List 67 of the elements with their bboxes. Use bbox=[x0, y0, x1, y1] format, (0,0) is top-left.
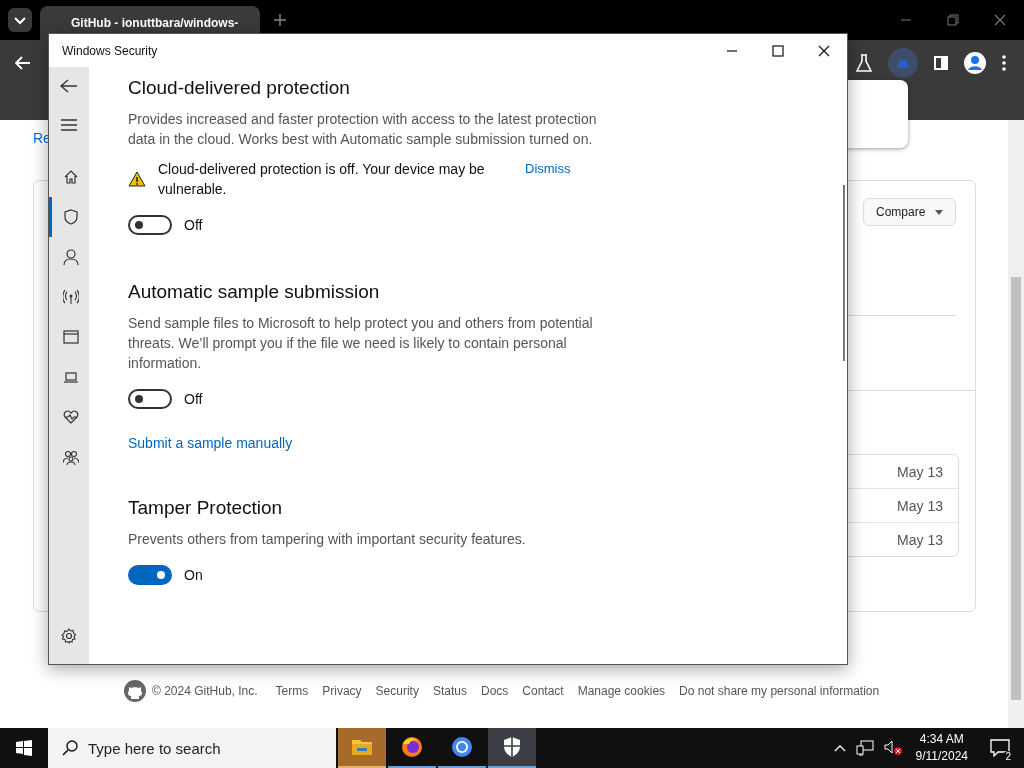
search-icon bbox=[62, 740, 78, 756]
toggle-switch[interactable] bbox=[128, 565, 172, 585]
copyright-text: © 2024 GitHub, Inc. bbox=[152, 684, 258, 698]
antenna-icon bbox=[62, 289, 79, 305]
laptop-icon bbox=[62, 369, 79, 385]
settings-icon[interactable] bbox=[61, 628, 77, 644]
home-icon bbox=[62, 169, 79, 185]
toggle-label: On bbox=[184, 567, 203, 583]
toggle-switch[interactable] bbox=[128, 389, 172, 409]
link[interactable]: Submit a sample manually bbox=[128, 435, 293, 451]
description-text: Prevents others from tampering with important security features. bbox=[128, 530, 527, 549]
sidebar-icon[interactable] bbox=[934, 56, 948, 70]
toggle-label: Off bbox=[184, 217, 203, 233]
footer-link[interactable]: Privacy bbox=[322, 684, 362, 698]
family-icon bbox=[62, 449, 79, 465]
warning-text: Cloud-delivered protection is off. Your device may be vulnerable. bbox=[158, 160, 486, 199]
flask-icon[interactable] bbox=[856, 54, 872, 72]
compare-button[interactable]: Compare bbox=[863, 198, 957, 226]
menu-icon[interactable] bbox=[1002, 55, 1006, 71]
footer-link[interactable]: Terms bbox=[275, 684, 309, 698]
section-heading: Automatic sample submission bbox=[128, 280, 380, 304]
muted-speaker-icon[interactable] bbox=[883, 740, 902, 756]
date-text: May 13 bbox=[897, 497, 943, 514]
restore-icon[interactable] bbox=[947, 14, 959, 26]
chevron-up-icon[interactable] bbox=[833, 744, 846, 752]
window-title: Windows Security bbox=[62, 43, 158, 58]
date-text: May 13 bbox=[897, 463, 943, 480]
heart-icon bbox=[62, 409, 79, 425]
new-tab-icon[interactable] bbox=[274, 14, 286, 26]
maximize-icon[interactable] bbox=[772, 44, 784, 57]
toggle-label: Off bbox=[184, 391, 203, 407]
browser-icon bbox=[450, 735, 474, 759]
close-icon[interactable] bbox=[818, 44, 830, 57]
footer-link[interactable]: Security bbox=[375, 684, 419, 698]
menu-icon[interactable] bbox=[61, 119, 77, 131]
github-logo-icon[interactable] bbox=[124, 680, 146, 702]
firefox-icon bbox=[400, 735, 424, 759]
footer-link[interactable]: Status bbox=[432, 684, 467, 698]
notifications-button[interactable]: 2 bbox=[976, 728, 1024, 768]
description-text: Send sample files to Microsoft to help protect you and others from potential threats. We’ll prompt you if the file we need is likely to contain personal information. bbox=[128, 314, 594, 373]
tab-title: GitHub - ionuttbara/windows- bbox=[71, 16, 239, 30]
search-field[interactable]: Type here to search bbox=[48, 728, 336, 768]
profile-icon[interactable] bbox=[964, 52, 986, 74]
footer-link[interactable]: Contact bbox=[522, 684, 564, 698]
footer-link[interactable]: Manage cookies bbox=[577, 684, 666, 698]
toggle-switch[interactable] bbox=[128, 215, 172, 235]
windows-logo-icon bbox=[16, 740, 32, 756]
scrollbar[interactable] bbox=[843, 185, 845, 361]
tab-list-button[interactable] bbox=[8, 8, 32, 32]
clock-date[interactable]: 9/11/2024 bbox=[915, 748, 968, 765]
description-text: Provides increased and faster protection with access to the latest protection data in the cloud. Works best with Automatic sample submission turned on. bbox=[128, 110, 598, 149]
network-icon[interactable] bbox=[855, 740, 874, 756]
back-arrow-icon[interactable] bbox=[60, 79, 78, 93]
warning-icon bbox=[128, 171, 146, 187]
dismiss-link[interactable]: Dismiss bbox=[525, 159, 571, 179]
section-heading: Cloud-delivered protection bbox=[128, 76, 350, 100]
clock-time[interactable]: 4:34 AM bbox=[919, 731, 964, 748]
date-text: May 13 bbox=[897, 531, 943, 548]
footer-link[interactable]: Do not share my personal information bbox=[679, 684, 880, 698]
shield-icon bbox=[62, 209, 79, 225]
section-heading: Tamper Protection bbox=[128, 496, 283, 520]
footer-link[interactable]: Docs bbox=[480, 684, 509, 698]
taskbar-app[interactable] bbox=[488, 728, 536, 768]
window-icon bbox=[62, 329, 79, 345]
person-icon bbox=[62, 249, 79, 265]
scrollbar[interactable] bbox=[1008, 120, 1024, 728]
caret-icon bbox=[935, 209, 944, 215]
